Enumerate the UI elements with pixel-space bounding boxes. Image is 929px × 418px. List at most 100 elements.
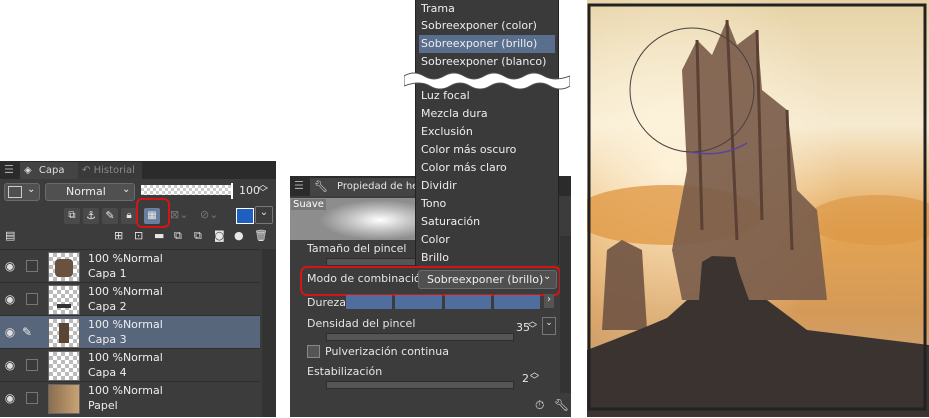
blend-option[interactable]: Trama — [421, 0, 455, 18]
tab-history[interactable]: ↶ Historial — [78, 162, 142, 179]
canvas-painting[interactable] — [587, 0, 929, 417]
clip-layer-icon[interactable]: ⧉ — [64, 208, 80, 224]
blend-mode-dropdown[interactable]: Sobreexponer (brillo) ⌄ — [418, 270, 557, 289]
tab-label: Capa — [38, 165, 65, 176]
layer-row[interactable]: ◉ ✎ 100 %Normal Capa 3 — [0, 315, 260, 349]
apply-mask-icon[interactable]: ● — [234, 229, 244, 242]
chevron-down-icon: ⌄ — [122, 184, 131, 195]
clock-icon[interactable]: ⏱︎ — [535, 398, 544, 413]
spray-checkbox[interactable] — [307, 345, 320, 358]
blend-option[interactable]: Exclusión — [421, 123, 473, 141]
blend-option[interactable]: Dividir — [421, 177, 457, 195]
tab-layer[interactable]: ◈ Capa — [20, 162, 78, 179]
color-square-icon — [8, 186, 22, 198]
transfer-lower-layer-icon[interactable]: ⧉ — [174, 229, 182, 243]
eye-icon[interactable]: ◉ — [3, 325, 17, 339]
opacity-slider[interactable] — [141, 185, 231, 195]
chevron-down-icon[interactable]: ⌄ — [255, 206, 273, 224]
chevron-right-icon[interactable]: › — [544, 294, 554, 308]
layer-check[interactable] — [26, 293, 38, 305]
layer-opacity-mode: 100 %Normal — [88, 252, 163, 265]
tool-panel-scrollbar[interactable] — [560, 236, 571, 393]
new-folder-icon[interactable]: ▬ — [154, 229, 164, 242]
chevron-down-icon: ⌄ — [27, 184, 36, 195]
opacity-slider-handle[interactable] — [231, 183, 233, 199]
layer-list-icon[interactable]: ▤ — [5, 229, 15, 242]
layer-check[interactable] — [26, 260, 38, 272]
tab-tool-property[interactable]: 🔧︎ Propiedad de herra — [310, 178, 433, 196]
thumb-content — [59, 323, 69, 343]
eye-icon[interactable]: ◉ — [3, 292, 17, 306]
stabilization-value[interactable]: 2 — [522, 372, 529, 385]
layer-opacity-mode: 100 %Normal — [88, 285, 163, 298]
blend-option[interactable]: Color más claro — [421, 159, 507, 177]
layer-row[interactable]: ◉ 100 %Normal Capa 2 — [0, 282, 260, 316]
blend-option[interactable]: Color más oscuro — [421, 141, 516, 159]
layer-thumbnail — [48, 285, 80, 315]
density-slider[interactable] — [326, 333, 514, 341]
hardness-label: Dureza — [307, 296, 347, 309]
layer-check[interactable] — [26, 359, 38, 371]
stabilization-slider[interactable] — [326, 381, 514, 389]
hardness-option[interactable] — [444, 295, 491, 309]
layer-row[interactable]: ◉ 100 %Normal Capa 4 — [0, 348, 260, 382]
layer-row[interactable]: ◉ 100 %Normal Papel — [0, 381, 260, 418]
stabilization-stepper[interactable]: ︿ ﹀ — [530, 369, 539, 386]
layer-panel: ☰ ◈ Capa ↶ Historial ⌄ Normal ⌄ 100 ︿ ﹀ ⧉… — [0, 161, 276, 417]
layer-color-icon[interactable] — [236, 208, 254, 224]
layer-scrollbar[interactable] — [262, 249, 276, 417]
wrench-icon[interactable]: 🔧︎ — [554, 398, 569, 412]
blend-option[interactable]: Tono — [421, 195, 446, 213]
history-tab-icon: ↶ — [82, 165, 91, 176]
new-vector-layer-icon[interactable]: ⊡ — [134, 229, 143, 242]
layer-opacity-mode: 100 %Normal — [88, 318, 163, 331]
layer-name: Capa 4 — [88, 366, 127, 379]
blend-option[interactable]: Sobreexponer (blanco) — [421, 53, 546, 71]
layer-name: Papel — [88, 399, 118, 412]
expand-icon[interactable]: ⌄ — [542, 317, 556, 335]
blend-option[interactable]: Luz focal — [421, 87, 470, 105]
eye-icon[interactable]: ◉ — [3, 358, 17, 372]
eye-icon[interactable]: ◉ — [3, 391, 17, 405]
layer-blend-dropdown[interactable]: Normal ⌄ — [45, 183, 135, 201]
layer-thumbnail — [48, 318, 80, 348]
panel-menu-icon[interactable]: ☰ — [294, 179, 304, 192]
blend-option[interactable]: Saturación — [421, 213, 480, 231]
blend-mode-value: Sobreexponer (brillo) — [427, 273, 544, 286]
opacity-value[interactable]: 100 — [239, 184, 260, 197]
create-mask-icon[interactable]: ◙ — [214, 229, 225, 242]
ruler-enable-icon[interactable]: ⊘⌄ — [200, 208, 218, 221]
hardness-option[interactable] — [346, 295, 393, 309]
mask-enable-icon[interactable]: ⊠⌄ — [170, 208, 188, 221]
spray-label: Pulverización continua — [325, 345, 449, 358]
draft-layer-icon[interactable]: ✎ — [102, 208, 118, 224]
new-raster-layer-icon[interactable]: ⊞ — [114, 229, 123, 242]
hardness-option[interactable] — [493, 295, 540, 309]
blend-option[interactable]: Color — [421, 231, 450, 249]
opacity-stepper[interactable]: ︿ ﹀ — [258, 181, 268, 199]
brush-size-slider[interactable] — [326, 258, 418, 266]
reference-layer-icon[interactable]: ⚓ — [83, 208, 99, 224]
eye-icon[interactable]: ◉ — [3, 259, 17, 273]
blend-option[interactable]: Sobreexponer (color) — [421, 17, 537, 35]
density-stepper[interactable]: ︿ ﹀ — [528, 318, 537, 335]
layer-name: Capa 2 — [88, 300, 127, 313]
blend-option-selected[interactable]: Sobreexponer (brillo) — [419, 35, 555, 53]
lock-layer-icon[interactable]: 🔒︎ — [121, 208, 137, 224]
merge-layer-icon[interactable]: ⧉ — [194, 229, 202, 243]
layer-thumbnail — [48, 252, 80, 282]
layer-toolbar-row2: ▤ ⊞ ⊡ ▬ ⧉ ⧉ ◙ ● 🗑︎ — [0, 227, 276, 247]
layer-check[interactable] — [26, 392, 38, 404]
panel-menu-icon[interactable]: ☰ — [4, 163, 14, 176]
hardness-option[interactable] — [395, 295, 442, 309]
layer-opacity-mode: 100 %Normal — [88, 384, 163, 397]
blend-option[interactable]: Brillo — [421, 249, 449, 267]
delete-layer-icon[interactable]: 🗑︎ — [254, 229, 268, 242]
layer-row[interactable]: ◉ 100 %Normal Capa 1 — [0, 249, 260, 283]
tab-label: Historial — [93, 165, 135, 176]
layer-color-dropdown[interactable]: ⌄ — [4, 183, 40, 201]
blend-option[interactable]: Mezcla dura — [421, 105, 488, 123]
wrench-icon: 🔧︎ — [314, 180, 328, 193]
hardness-selector[interactable] — [346, 295, 540, 309]
thumb-content — [57, 304, 71, 308]
